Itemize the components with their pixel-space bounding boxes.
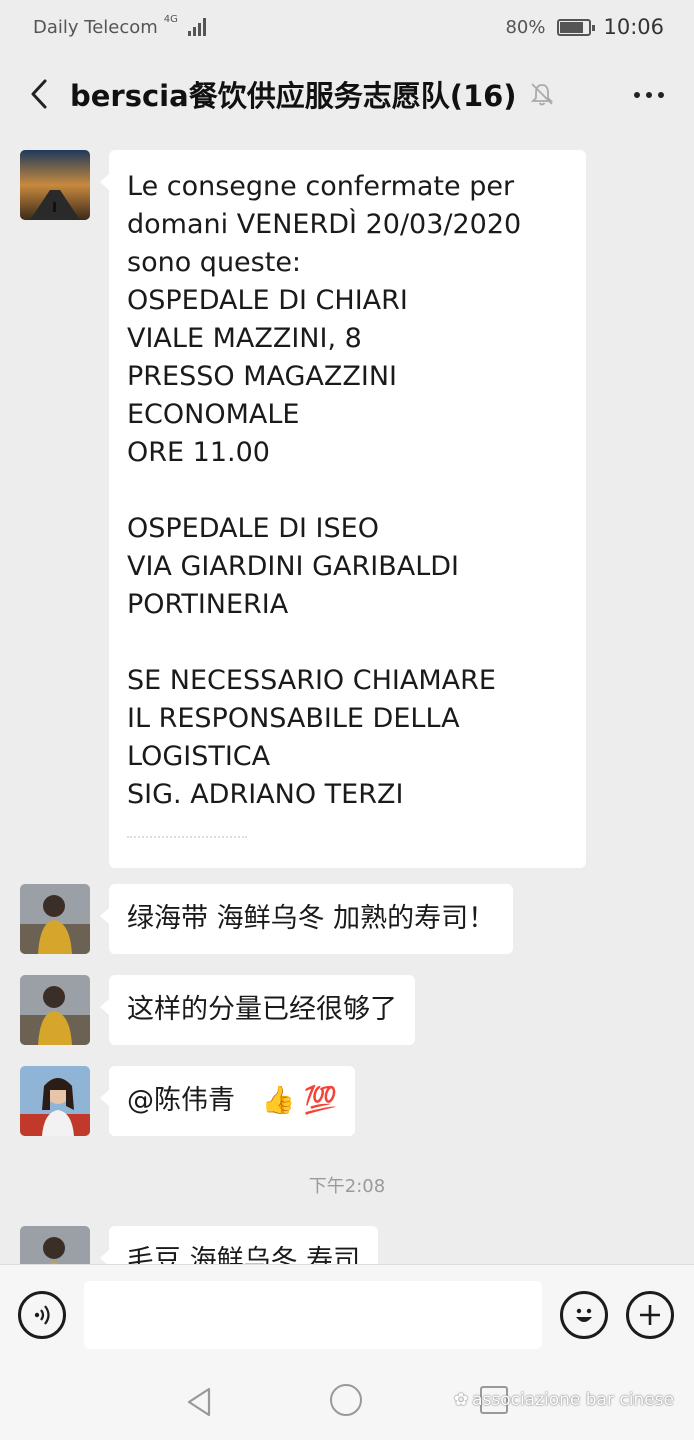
watermark-text: associazione bar cinese xyxy=(472,1390,674,1410)
voice-button[interactable] xyxy=(18,1290,66,1339)
message-line: SIG. ADRIANO TERZI xyxy=(127,779,404,810)
message: 绿海带 海鲜乌冬 加熟的寿司！ xyxy=(20,884,514,954)
message-bubble[interactable]: 这样的分量已经很够了 xyxy=(100,975,415,1045)
message-bubble[interactable]: 绿海带 海鲜乌冬 加熟的寿司！ xyxy=(99,884,514,954)
emoji-button[interactable] xyxy=(560,1290,608,1339)
message: 这样的分量已经很够了 xyxy=(20,975,415,1045)
message-text: 毛豆 海鲜乌冬 寿司 xyxy=(127,1245,361,1264)
message-bubble[interactable]: Le consegne confermate per domani VENERDÌ… xyxy=(100,150,586,868)
bell-muted-icon xyxy=(530,83,553,106)
message-text: 绿海带 海鲜乌冬 加熟的寿司！ xyxy=(127,903,496,934)
message-line: ECONOMALE xyxy=(127,399,300,430)
message-line: PORTINERIA xyxy=(127,589,289,620)
watermark: ✿ associazione bar cinese xyxy=(454,1390,674,1410)
battery-percent: 80% xyxy=(505,16,546,38)
chat-header: berscia餐饮供应服务志愿队(16) xyxy=(0,54,694,134)
clock: 10:06 xyxy=(603,15,664,39)
message-bubble[interactable]: 毛豆 海鲜乌冬 寿司 xyxy=(99,1226,379,1264)
message-line: ORE 11.00 xyxy=(127,437,270,468)
cut-off-line xyxy=(127,830,247,838)
chat-area[interactable]: Le consegne confermate per domani VENERDÌ… xyxy=(0,134,694,1264)
more-functions-button[interactable] xyxy=(626,1290,674,1339)
message: @陈伟青 👍 💯 xyxy=(20,1066,356,1136)
signal-icon xyxy=(187,18,206,36)
hundred-points-icon: 💯 xyxy=(303,1085,338,1116)
chat-title: berscia餐饮供应服务志愿队(16) xyxy=(70,79,517,113)
message-line: LOGISTICA xyxy=(127,741,271,772)
message-line: sono queste: xyxy=(127,247,302,278)
message-line xyxy=(127,472,568,510)
message-text: Le consegne confermate per domani VENERDÌ… xyxy=(127,168,568,814)
more-options-button[interactable] xyxy=(634,80,664,110)
avatar[interactable] xyxy=(20,1066,90,1136)
message-line: IL RESPONSABILE DELLA xyxy=(127,703,460,734)
nav-home-icon[interactable] xyxy=(330,1384,362,1416)
avatar[interactable] xyxy=(20,884,90,954)
system-nav-bar: ✿ associazione bar cinese xyxy=(0,1364,694,1440)
wechat-logo-icon: ✿ xyxy=(453,1390,469,1410)
avatar[interactable] xyxy=(20,975,90,1045)
message-line: SE NECESSARIO CHIAMARE xyxy=(127,665,496,696)
nav-back-icon[interactable] xyxy=(185,1386,213,1418)
message-line: VIA GIARDINI GARIBALDI xyxy=(127,551,460,582)
message-text: @陈伟青 xyxy=(127,1085,235,1116)
avatar[interactable] xyxy=(20,150,90,220)
network-type: 4G xyxy=(163,14,178,25)
message-bubble[interactable]: @陈伟青 👍 💯 xyxy=(99,1066,356,1136)
message-input[interactable] xyxy=(84,1280,542,1349)
voice-icon xyxy=(34,1304,50,1325)
message-line: PRESSO MAGAZZINI xyxy=(127,361,398,392)
status-bar: Daily Telecom 4G 80% 10:06 xyxy=(0,0,694,54)
status-left: Daily Telecom 4G xyxy=(33,14,206,38)
message: Le consegne confermate per domani VENERDÌ… xyxy=(20,150,586,868)
avatar[interactable] xyxy=(20,1226,90,1264)
emoji-icon xyxy=(576,1308,592,1322)
message: 毛豆 海鲜乌冬 寿司 xyxy=(20,1226,379,1264)
message-line: OSPEDALE DI CHIARI xyxy=(127,285,408,316)
plus-icon xyxy=(640,1304,660,1325)
back-arrow-icon xyxy=(31,79,47,109)
message-line: VIALE MAZZINI, 8 xyxy=(127,323,362,354)
message-line: domani VENERDÌ 20/03/2020 xyxy=(127,209,522,240)
message-text: 这样的分量已经很够了 xyxy=(127,994,397,1025)
back-button[interactable] xyxy=(24,74,54,114)
time-separator: 下午2:08 xyxy=(308,1176,386,1197)
carrier-name: Daily Telecom xyxy=(33,16,158,38)
thumbs-up-icon: 👍 xyxy=(261,1085,296,1116)
status-right: 80% 10:06 xyxy=(505,15,664,39)
message-line: Le consegne confermate per xyxy=(127,171,515,202)
input-bar xyxy=(0,1264,694,1364)
message-line xyxy=(127,624,568,662)
battery-icon xyxy=(557,18,596,36)
message-line: OSPEDALE DI ISEO xyxy=(127,513,379,544)
